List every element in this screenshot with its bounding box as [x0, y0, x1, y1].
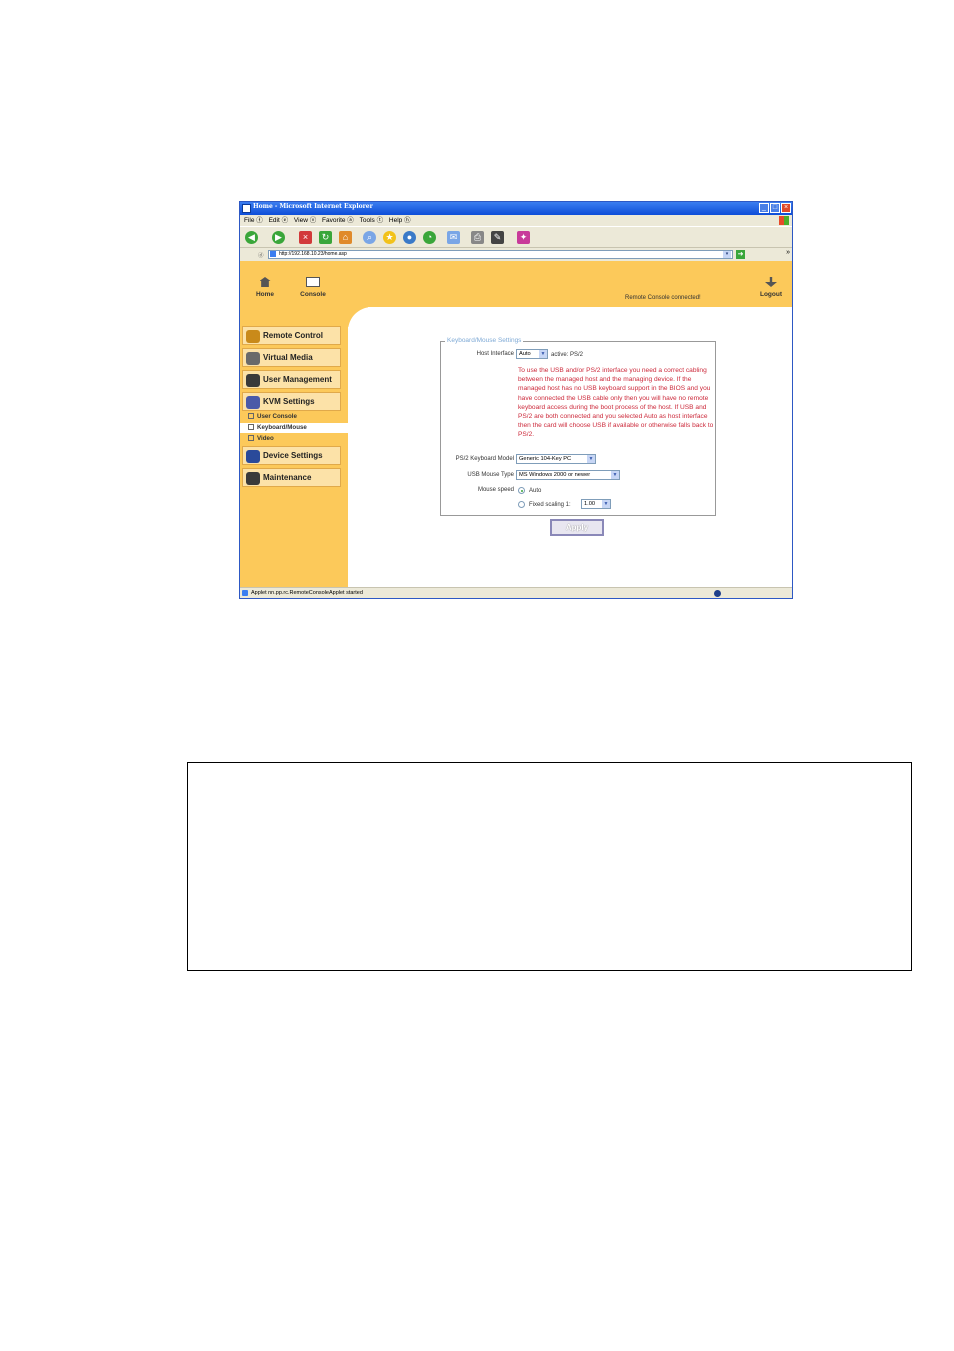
menu-help[interactable]: Help ⓗ	[389, 215, 411, 226]
device-icon	[246, 450, 260, 463]
window-title: Home - Microsoft Internet Explorer	[253, 203, 373, 210]
home-label: Home	[255, 291, 275, 298]
host-interface-select[interactable]: Auto ▼	[516, 349, 548, 359]
toolbar-more-chevron[interactable]: »	[786, 249, 790, 256]
forward-icon[interactable]: ▶	[272, 231, 285, 244]
sidebar-subitem-keyboard-mouse[interactable]: Keyboard/Mouse	[240, 423, 348, 433]
users-icon	[246, 374, 260, 387]
disc-icon	[246, 352, 260, 365]
menu-file[interactable]: File ⓕ	[244, 215, 263, 226]
chevron-down-icon: ▼	[602, 500, 610, 508]
ps2-model-label: PS/2 Keyboard Model	[455, 456, 514, 462]
house-icon	[259, 277, 271, 287]
logout-label: Logout	[759, 291, 783, 298]
internet-zone-icon	[714, 590, 721, 597]
tools-icon	[246, 472, 260, 485]
sidebar-item-user-management[interactable]: User Management	[242, 370, 341, 389]
menu-view[interactable]: View ⓥ	[294, 215, 316, 226]
chevron-down-icon: ▼	[539, 350, 547, 358]
sidebar-item-maintenance[interactable]: Maintenance	[242, 468, 341, 487]
search-icon[interactable]: ⌕	[363, 231, 376, 244]
maximize-button[interactable]: □	[770, 203, 780, 213]
empty-frame	[187, 762, 912, 971]
title-bar: Home - Microsoft Internet Explorer _ □ ×	[240, 202, 792, 215]
page-status-icon	[242, 590, 248, 596]
go-button[interactable]: ➜	[736, 250, 745, 259]
ie-icon	[242, 204, 251, 213]
toolbar: ◀ ▶ × ↻ ⌂ ⌕ ★ ● ◔ ✉ ⎙ ✎ ✦	[240, 226, 792, 248]
history-icon[interactable]: ◔	[423, 231, 436, 244]
menu-favorite[interactable]: Favorite ⓐ	[322, 215, 354, 226]
favorites-icon[interactable]: ★	[383, 231, 396, 244]
minimize-button[interactable]: _	[759, 203, 769, 213]
sidebar-item-virtual-media[interactable]: Virtual Media	[242, 348, 341, 367]
chevron-down-icon: ▼	[611, 471, 619, 479]
menu-edit[interactable]: Edit ⓔ	[269, 215, 289, 226]
mouse-speed-label: Mouse speed	[477, 487, 514, 493]
sidebar-subitem-video[interactable]: Video	[240, 434, 348, 444]
menu-bar: File ⓕ Edit ⓔ View ⓥ Favorite ⓐ Tools ⓣ …	[240, 215, 792, 226]
page-content: Home Console Remote Console connected! L…	[240, 261, 792, 587]
stop-icon[interactable]: ×	[299, 231, 312, 244]
speed-fixed-label: Fixed scaling 1:	[529, 502, 571, 508]
host-interface-label: Host Interface	[476, 351, 514, 357]
active-interface-text: active: PS/2	[551, 352, 584, 358]
speed-fixed-radio[interactable]	[518, 501, 525, 508]
speed-auto-radio[interactable]	[518, 487, 525, 494]
usb-mouse-select[interactable]: MS Windows 2000 or newer ▼	[516, 470, 620, 480]
speed-auto-label: Auto	[529, 488, 542, 494]
sidebar-item-device-settings[interactable]: Device Settings	[242, 446, 341, 465]
close-button[interactable]: ×	[781, 203, 791, 213]
status-bar: Applet nn.pp.rc.RemoteConsoleApplet star…	[240, 587, 792, 598]
scaling-select[interactable]: 1.00 ▼	[581, 499, 611, 509]
address-dropdown-icon[interactable]: ▾	[723, 251, 731, 258]
home-link[interactable]: Home	[253, 277, 277, 298]
host-interface-info: To use the USB and/or PS/2 interface you…	[518, 367, 714, 439]
windows-logo-icon	[779, 216, 789, 225]
mail-icon[interactable]: ✉	[447, 231, 460, 244]
ps2-model-select[interactable]: Generic 104-Key PC ▼	[516, 454, 596, 464]
page-icon	[270, 251, 276, 257]
computer-icon	[246, 396, 260, 409]
edit-icon[interactable]: ✎	[491, 231, 504, 244]
address-bar: ⓓ http://192.168.10.23/home.asp ▾ ➜ »	[240, 248, 792, 261]
home-icon[interactable]: ⌂	[339, 231, 352, 244]
apply-button[interactable]: Apply	[550, 519, 604, 536]
back-icon[interactable]: ◀	[245, 231, 258, 244]
lightbulb-icon	[246, 330, 260, 343]
menu-tools[interactable]: Tools ⓣ	[360, 215, 383, 226]
logout-link[interactable]: Logout	[756, 277, 786, 298]
chevron-down-icon: ▼	[587, 455, 595, 463]
address-input[interactable]: http://192.168.10.23/home.asp	[268, 250, 733, 259]
connection-status: Remote Console connected!	[625, 295, 701, 301]
media-icon[interactable]: ●	[403, 231, 416, 244]
usb-mouse-label: USB Mouse Type	[467, 472, 514, 478]
address-label: ⓓ	[258, 253, 264, 259]
browser-window: Home - Microsoft Internet Explorer _ □ × F…	[239, 201, 793, 599]
console-link[interactable]: Console	[297, 277, 329, 298]
sidebar-subitem-user-console[interactable]: User Console	[240, 412, 348, 422]
fieldset-legend: Keyboard/Mouse Settings	[445, 337, 524, 344]
logout-icon	[765, 277, 777, 287]
sidebar-item-kvm-settings[interactable]: KVM Settings	[242, 392, 341, 411]
console-label: Console	[300, 291, 326, 298]
sidebar-item-remote-control[interactable]: Remote Control	[242, 326, 341, 345]
monitor-icon	[306, 277, 320, 287]
refresh-icon[interactable]: ↻	[319, 231, 332, 244]
status-text: Applet nn.pp.rc.RemoteConsoleApplet star…	[251, 590, 363, 596]
print-icon[interactable]: ⎙	[471, 231, 484, 244]
messenger-icon[interactable]: ✦	[517, 231, 530, 244]
